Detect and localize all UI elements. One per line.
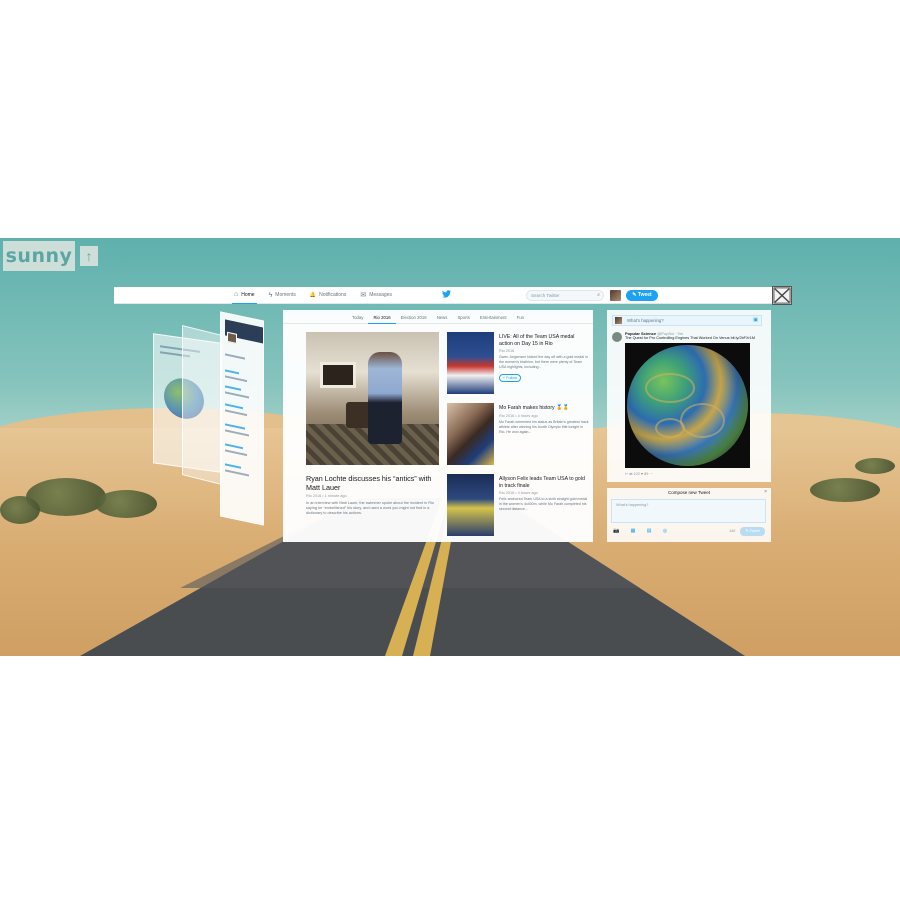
- story-item[interactable]: Mo Farah makes history 🏅🏅 Rio 2016 • 4 h…: [447, 403, 589, 469]
- link-line: [225, 385, 241, 391]
- follow-label: Follow: [506, 376, 518, 381]
- ghost-window[interactable]: [182, 325, 222, 485]
- story-image: [447, 332, 494, 394]
- venus-feature: [680, 403, 725, 438]
- nav-notifications-label: Notifications: [319, 292, 347, 298]
- tab-sports[interactable]: Sports: [452, 310, 474, 324]
- character-count: 140: [729, 529, 736, 533]
- nav-messages[interactable]: ✉ Messages: [358, 287, 394, 304]
- whats-happening-input[interactable]: What's happening? ▣: [612, 315, 762, 326]
- up-arrow-button[interactable]: ↑: [80, 246, 98, 266]
- hero-image[interactable]: [306, 332, 439, 465]
- text-line: [225, 353, 245, 360]
- nav-notifications[interactable]: 🔔 Notifications: [308, 287, 348, 304]
- compose-textarea[interactable]: What's happening?: [611, 499, 766, 523]
- link-line: [225, 463, 241, 469]
- timeline-panel: What's happening? ▣ Popular Science @Pop…: [607, 310, 771, 482]
- link-line: [225, 443, 243, 449]
- link-line: [225, 403, 243, 409]
- twitter-navbar: ⌂ Home ϟ Moments 🔔 Notifications ✉ Messa…: [114, 287, 776, 304]
- close-icon[interactable]: [772, 286, 792, 305]
- text-line: [225, 449, 247, 456]
- venus-planet: [627, 345, 748, 466]
- tab-news[interactable]: News: [432, 310, 453, 324]
- story-item[interactable]: Allyson Felix leads Team USA to gold in …: [447, 474, 587, 540]
- venus-feature: [655, 418, 685, 438]
- search-placeholder: Search Twitter: [531, 293, 560, 298]
- link-line: [225, 423, 245, 430]
- hero-description: In an interview with Matt Lauer, the swi…: [306, 501, 434, 516]
- follow-button[interactable]: + Follow: [499, 374, 521, 383]
- story-item[interactable]: LIVE: All of the Team USA medal action o…: [447, 332, 588, 398]
- nav-home-label: Home: [241, 291, 255, 298]
- tweet-button[interactable]: ✎ Tweet: [626, 290, 658, 301]
- compose-tweet-dialog: Compose new Tweet × What's happening? 📷 …: [607, 488, 771, 542]
- text-line: [225, 391, 249, 399]
- venus-feature: [645, 373, 695, 403]
- story-text: Mo Farah makes history 🏅🏅 Rio 2016 • 4 h…: [499, 405, 589, 435]
- story-meta: Rio 2016: [499, 349, 515, 354]
- desktop-background: sunny ↑ ⌂ Home ϟ Moments 🔔 Notifications…: [0, 238, 900, 656]
- avatar[interactable]: [612, 332, 622, 342]
- tab-entertainment[interactable]: Entertainment: [475, 310, 512, 324]
- avatar[interactable]: [610, 290, 621, 301]
- explore-panel: Today Rio 2016 Election 2016 News Sports…: [283, 310, 593, 542]
- avatar: [227, 331, 237, 344]
- nav-home[interactable]: ⌂ Home: [232, 287, 257, 304]
- tweet-text: The Quest for Pro Controlling Engines Th…: [625, 336, 756, 340]
- story-image: [447, 403, 494, 465]
- tweet-actions[interactable]: ↩ ⇄ 102 ♥ 89 ···: [625, 471, 653, 476]
- story-image: [447, 474, 494, 536]
- link-line: [225, 369, 239, 374]
- envelope-icon: ✉: [360, 292, 367, 299]
- story-text: LIVE: All of the Team USA medal action o…: [499, 334, 589, 383]
- compose-tweet-button[interactable]: ✎ Tweet: [740, 527, 765, 536]
- close-icon[interactable]: ×: [764, 489, 767, 495]
- fireplace: [320, 362, 356, 388]
- twitter-bird-icon[interactable]: [442, 290, 451, 298]
- nav-moments[interactable]: ϟ Moments: [267, 287, 298, 304]
- nav-moments-label: Moments: [275, 292, 296, 298]
- story-meta: Rio 2016 • 4 hours ago: [499, 491, 538, 496]
- nav-messages-label: Messages: [369, 292, 392, 298]
- tweet-button-label: Tweet: [637, 292, 652, 298]
- avatar: [615, 317, 622, 324]
- story-meta: Rio 2016 • 4 hours ago: [499, 413, 538, 418]
- tab-election-2016[interactable]: Election 2016: [396, 310, 432, 324]
- compose-tweet-label: Tweet: [749, 529, 760, 533]
- venus-image[interactable]: [625, 343, 750, 468]
- text-line: [225, 469, 249, 477]
- search-icon: ⌕: [597, 292, 600, 298]
- story-title: LIVE: All of the Team USA medal action o…: [499, 334, 575, 347]
- bell-icon: 🔔: [309, 292, 317, 298]
- hero-meta: Rio 2016 • 1 minute ago: [306, 494, 347, 498]
- story-description: Mo Farah cemented his status as Britain'…: [499, 419, 589, 434]
- story-text: Allyson Felix leads Team USA to gold in …: [499, 476, 589, 512]
- text-line: [225, 375, 247, 382]
- text-line: [225, 429, 249, 437]
- story-title: Allyson Felix leads Team USA to gold in …: [499, 476, 585, 489]
- lightning-icon: ϟ: [268, 291, 273, 299]
- story-description: Felix anchored Team USA to a sixth strai…: [499, 497, 588, 512]
- home-icon: ⌂: [234, 291, 239, 298]
- tab-rio-2016[interactable]: Rio 2016: [368, 310, 396, 324]
- whats-happening-placeholder: What's happening?: [627, 318, 664, 323]
- compose-media-icons[interactable]: 📷 ▦ ▤ ◎: [613, 528, 672, 534]
- hero-title[interactable]: Ryan Lochte discusses his “antics” with …: [306, 474, 441, 492]
- text-line: [225, 409, 247, 416]
- person: [368, 352, 402, 444]
- explore-tabs: Today Rio 2016 Election 2016 News Sports…: [283, 310, 593, 324]
- story-description: Gwen Jorgensen kicked the day off with a…: [499, 355, 588, 370]
- compose-title: Compose new Tweet: [668, 490, 710, 495]
- story-title: Mo Farah makes history 🏅🏅: [499, 405, 569, 411]
- tab-today[interactable]: Today: [347, 310, 368, 324]
- profile-window[interactable]: [220, 311, 264, 526]
- search-input[interactable]: Search Twitter ⌕: [526, 290, 604, 301]
- camera-icon[interactable]: ▣: [753, 316, 758, 325]
- sunny-logo[interactable]: sunny: [3, 241, 75, 271]
- tab-fun[interactable]: Fun: [512, 310, 529, 324]
